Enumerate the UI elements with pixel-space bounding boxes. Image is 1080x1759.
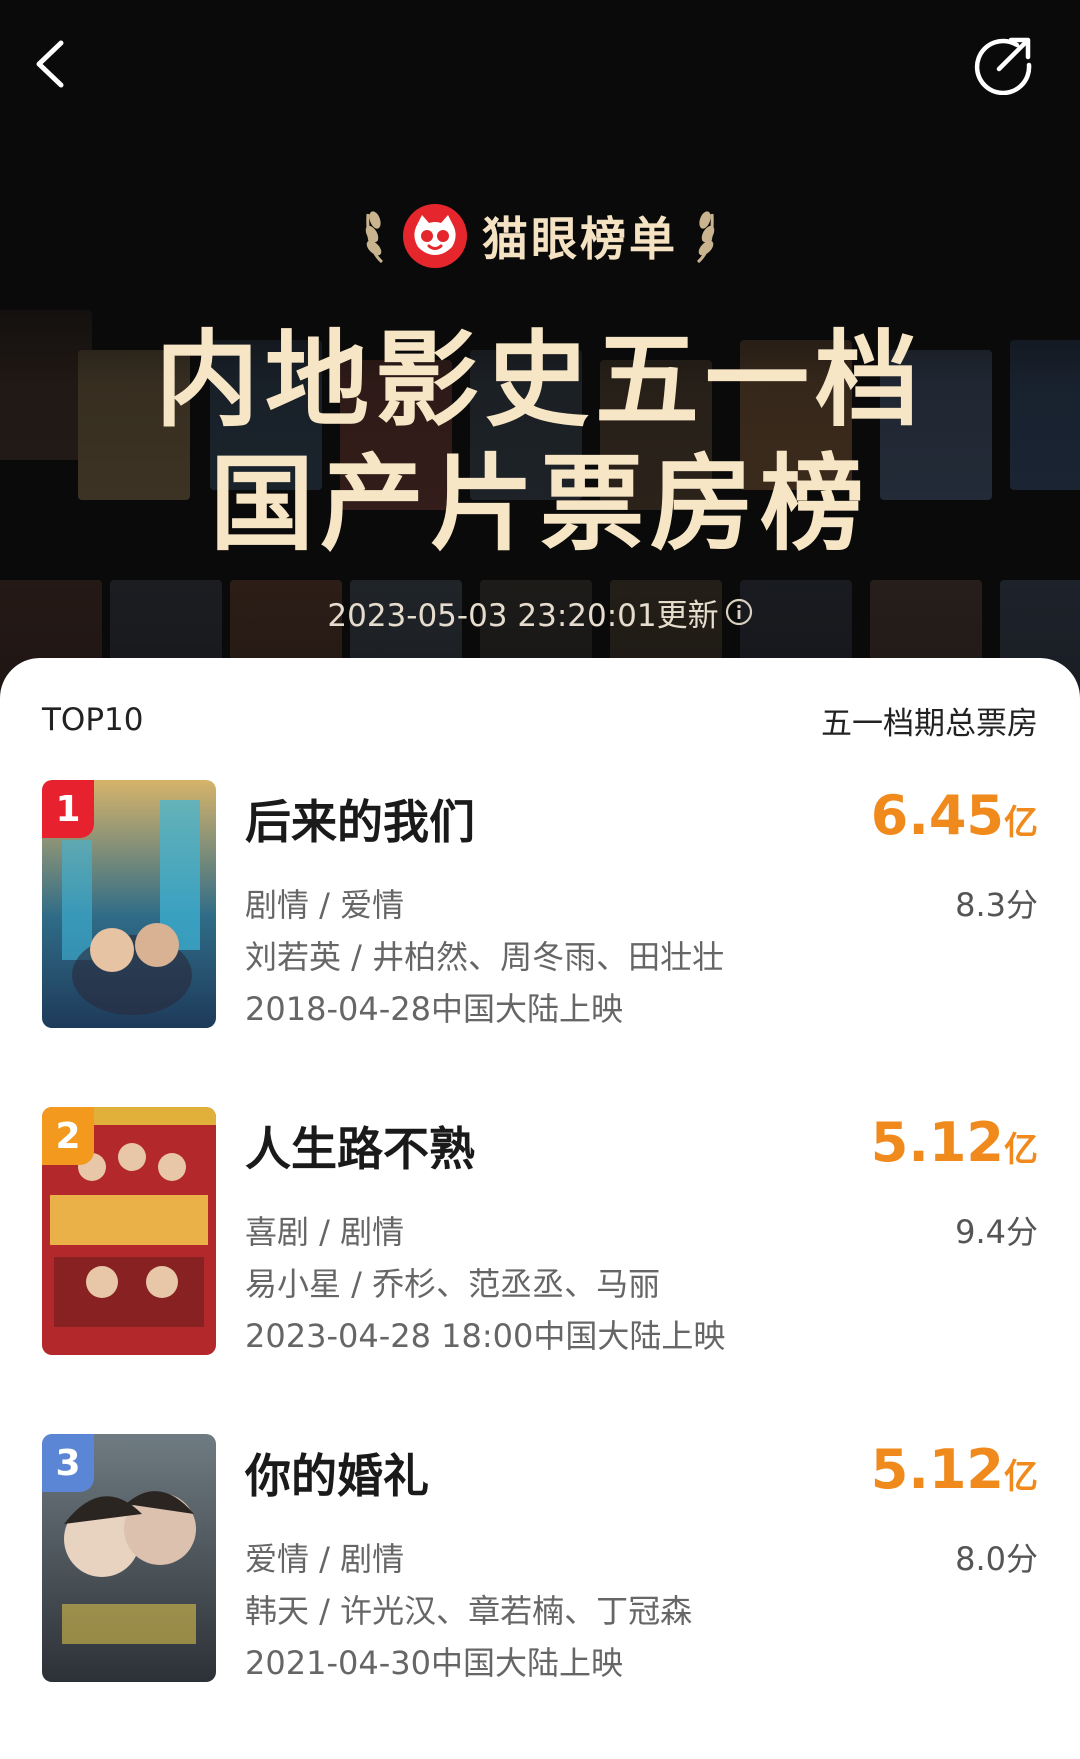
title-line-2: 国产片票房榜 [209,443,870,565]
box-office-value: 5.12 [870,1111,1004,1174]
box-office-unit: 亿 [1004,803,1038,843]
rank-badge: 1 [42,780,94,838]
movie-poster[interactable]: 2 [42,1107,216,1355]
hero-banner: 猫眼榜单 内地影史五一档 国产片票房榜 2023-05-03 23:20:01更… [0,0,1080,700]
box-office: 5.12亿 [871,1438,1038,1501]
rank-badge: 2 [42,1107,94,1165]
update-time: 2023-05-03 23:20:01更新 [327,597,719,634]
box-office-value: 6.45 [870,784,1004,847]
laurel-icon [365,211,384,264]
page-title: 内地影史五一档 国产片票房榜 [0,318,1080,566]
movie-poster[interactable]: 1 [42,780,216,1028]
movie-title[interactable]: 后来的我们 [245,786,475,852]
box-office: 6.45亿 [871,784,1038,847]
box-office-unit: 亿 [1004,1130,1038,1170]
movie-title[interactable]: 人生路不熟 [245,1113,475,1179]
list-header: TOP10 五一档期总票房 [42,696,1038,744]
movie-score: 9.4分 [955,1213,1038,1251]
movie-genre: 剧情 / 爱情 [245,886,405,924]
rank-badge: 3 [42,1434,94,1492]
release-date: 2023-04-28 18:00中国大陆上映 [245,1317,726,1355]
update-time-row: 2023-05-03 23:20:01更新 [0,588,1080,636]
back-button[interactable] [22,36,78,92]
movie-genre: 爱情 / 剧情 [245,1540,405,1578]
movie-cast: 刘若英 / 井柏然、周冬雨、田壮壮 [245,938,725,976]
top10-label: TOP10 [42,702,144,738]
laurel-icon [696,211,715,264]
brand-name: 猫眼榜单 [482,212,678,266]
share-icon [974,37,1032,95]
box-office-unit: 亿 [1004,1457,1038,1497]
total-box-office-label: 五一档期总票房 [821,705,1038,742]
box-office: 5.12亿 [871,1111,1038,1174]
release-date: 2018-04-28中国大陆上映 [245,990,623,1028]
title-line-1: 内地影史五一档 [154,319,925,441]
movie-score: 8.3分 [955,886,1038,924]
brand-row: 猫眼榜单 [0,200,1080,272]
release-date: 2021-04-30中国大陆上映 [245,1644,623,1682]
movie-cast: 韩天 / 许光汉、章若楠、丁冠森 [245,1592,693,1630]
cat-logo-icon [403,204,467,268]
movie-poster[interactable]: 3 [42,1434,216,1682]
chevron-left-icon [36,40,64,88]
movie-genre: 喜剧 / 剧情 [245,1213,405,1251]
movie-cast: 易小星 / 乔杉、范丞丞、马丽 [245,1265,661,1303]
movie-title[interactable]: 你的婚礼 [245,1440,429,1506]
list-item[interactable]: 3 你的婚礼 5.12亿 爱情 / 剧情 8.0分 韩天 / 许光汉、章若楠、丁… [42,1434,1038,1684]
list-item[interactable]: 1 后来的我们 6.45亿 剧情 / 爱情 8.3分 刘若英 / 井柏然、周冬雨… [42,780,1038,1030]
list-item[interactable]: 2 人生路不熟 5.12亿 喜剧 / 剧情 9.4分 易小星 / 乔杉、范丞丞、… [42,1107,1038,1357]
share-button[interactable] [972,34,1034,96]
info-icon[interactable] [725,598,753,626]
box-office-value: 5.12 [870,1438,1004,1501]
movie-score: 8.0分 [955,1540,1038,1578]
